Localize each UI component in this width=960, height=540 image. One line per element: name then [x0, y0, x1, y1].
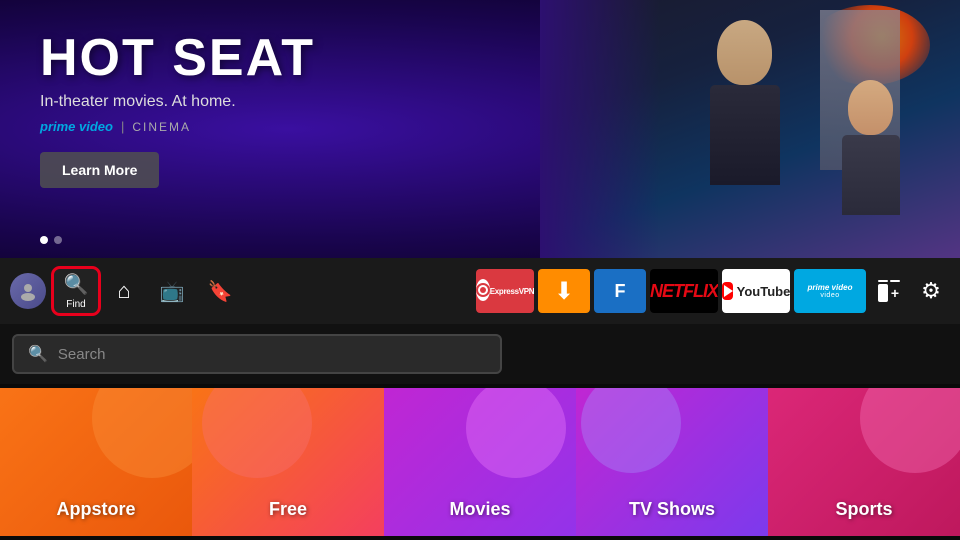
- netflix-app[interactable]: NETFLIX: [650, 269, 718, 313]
- hero-subtitle: In-theater movies. At home.: [40, 93, 315, 111]
- hero-content: HOT SEAT In-theater movies. At home. pri…: [40, 30, 315, 188]
- home-button[interactable]: ⌂: [102, 269, 146, 313]
- hero-dot-2[interactable]: [54, 236, 62, 244]
- categories-row: Appstore Free Movies TV Shows Sports: [0, 388, 960, 536]
- prime-logo: prime video: [40, 119, 113, 134]
- tile-blob-movies: [466, 388, 566, 478]
- netflix-label: NETFLIX: [650, 281, 718, 302]
- all-apps-button[interactable]: +: [870, 269, 908, 313]
- youtube-label: YouTube: [737, 284, 790, 299]
- category-appstore-label: Appstore: [56, 499, 135, 520]
- downloader-app[interactable]: ⬇: [538, 269, 590, 313]
- expressvpn-app[interactable]: ExpressVPN: [476, 269, 534, 313]
- person2-figure: [848, 80, 900, 215]
- grid-cell-1: [878, 280, 888, 282]
- hero-dots: [40, 236, 62, 244]
- app2-icon: F: [615, 281, 626, 302]
- search-icon: 🔍: [64, 272, 89, 297]
- prime-text: prime video: [40, 119, 113, 134]
- search-bar[interactable]: 🔍 Search: [12, 334, 502, 374]
- avatar[interactable]: [10, 273, 46, 309]
- gear-icon: ⚙: [921, 278, 941, 304]
- search-bar-icon: 🔍: [28, 344, 48, 364]
- grid-icon: +: [878, 280, 900, 302]
- person2-body: [842, 135, 900, 215]
- grid-cell-2: [890, 280, 900, 282]
- category-free[interactable]: Free: [192, 388, 384, 536]
- youtube-play-icon: [724, 285, 733, 297]
- hero-banner: HOT SEAT In-theater movies. At home. pri…: [0, 0, 960, 258]
- person1-body: [710, 85, 780, 185]
- prime-video-app[interactable]: prime video video: [794, 269, 866, 313]
- settings-button[interactable]: ⚙: [912, 269, 950, 313]
- hero-gradient: [540, 0, 660, 258]
- youtube-app[interactable]: YouTube: [722, 269, 790, 313]
- vpn-logo-inner: [476, 283, 490, 297]
- tile-blob-sports: [860, 388, 960, 473]
- person1-figure: [717, 20, 780, 185]
- tile-blob-free: [202, 388, 312, 478]
- tile-blob-appstore: [92, 388, 192, 478]
- home-icon: ⌂: [117, 278, 130, 304]
- category-tvshows-label: TV Shows: [629, 499, 715, 520]
- prime-video-sublabel: video: [820, 292, 839, 299]
- category-appstore[interactable]: Appstore: [0, 388, 192, 536]
- download-icon: ⬇: [554, 277, 574, 306]
- person2-head: [848, 80, 893, 135]
- hero-title: HOT SEAT: [40, 30, 315, 87]
- bookmark-icon: 🔖: [208, 279, 233, 304]
- category-tvshows[interactable]: TV Shows: [576, 388, 768, 536]
- cinema-label: CINEMA: [132, 120, 191, 134]
- firetv-app2[interactable]: F: [594, 269, 646, 313]
- youtube-logo: [722, 282, 733, 300]
- hero-dot-1[interactable]: [40, 236, 48, 244]
- expressvpn-label: ExpressVPN: [490, 287, 534, 296]
- live-tv-button[interactable]: 📺: [150, 269, 194, 313]
- grid-cell-3: [878, 284, 888, 302]
- grid-cell-plus: +: [890, 284, 900, 302]
- category-sports-label: Sports: [835, 499, 892, 520]
- category-movies[interactable]: Movies: [384, 388, 576, 536]
- expressvpn-logo: [476, 279, 490, 301]
- watchlist-button[interactable]: 🔖: [198, 269, 242, 313]
- tile-blob-tvshows: [581, 388, 681, 473]
- category-free-label: Free: [269, 499, 307, 520]
- search-input-placeholder: Search: [58, 346, 106, 363]
- brand-divider: |: [121, 119, 124, 134]
- find-label: Find: [66, 299, 85, 310]
- navbar: 🔍 Find ⌂ 📺 🔖 ExpressVPN ⬇ F NETFLIX YouT…: [0, 258, 960, 324]
- search-section: 🔍 Search: [0, 324, 960, 384]
- category-sports[interactable]: Sports: [768, 388, 960, 536]
- hero-image: [540, 0, 960, 258]
- hero-brand: prime video | CINEMA: [40, 119, 315, 134]
- live-icon: 📺: [160, 279, 185, 304]
- person1-head: [717, 20, 772, 85]
- category-movies-label: Movies: [449, 499, 510, 520]
- prime-video-label: prime video: [808, 283, 853, 292]
- find-button[interactable]: 🔍 Find: [54, 269, 98, 313]
- learn-more-button[interactable]: Learn More: [40, 152, 159, 188]
